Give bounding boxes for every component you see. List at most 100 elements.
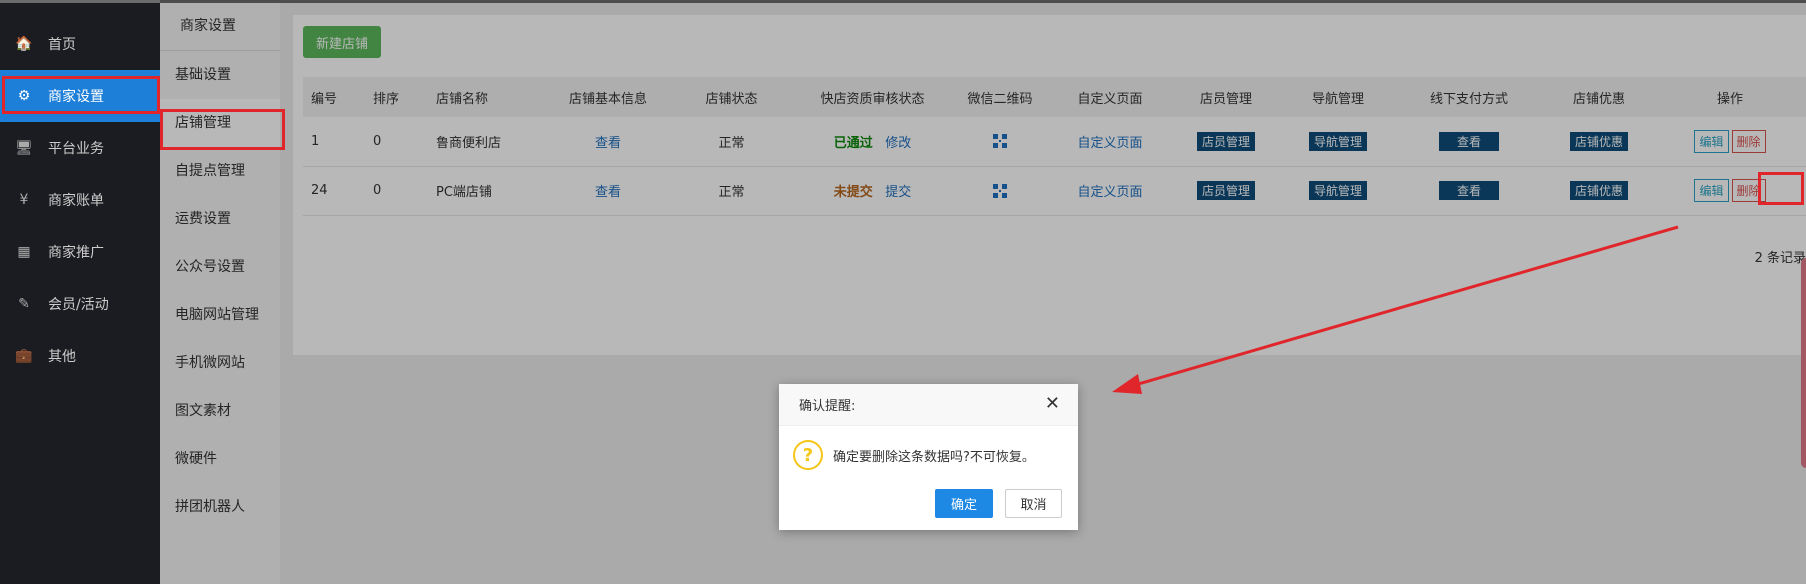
audit-status: 已通过	[833, 135, 873, 151]
main-nav: 🏠 首页 ⚙ 商家设置 🖥 平台业务 ¥ 商家账单 ▦ 商家推广 ✎ 会员/活动 💼 其他	[0, 0, 160, 584]
col-nav: 导航管理	[1311, 91, 1364, 107]
col-audit: 快店资质审核状态	[820, 91, 925, 107]
sub-item-official-account[interactable]: 公众号设置	[160, 243, 280, 291]
dialog-header: 确认提醒: ✕	[779, 384, 1078, 426]
sub-item-group-robot[interactable]: 拼团机器人	[160, 483, 280, 531]
view-info-link[interactable]: 查看	[595, 185, 621, 200]
edit-button[interactable]: 编辑	[1694, 179, 1729, 202]
confirm-button[interactable]: 确定	[935, 489, 993, 518]
cell-id: 24	[303, 166, 365, 216]
col-qrcode: 微信二维码	[967, 91, 1033, 107]
edit-button[interactable]: 编辑	[1694, 129, 1729, 153]
sub-item-store-management[interactable]: 店铺管理	[160, 99, 280, 147]
nav-manage-button[interactable]: 导航管理	[1308, 131, 1367, 151]
audit-modify-link[interactable]: 修改	[885, 136, 911, 151]
nav-item-label: 商家账单	[48, 193, 104, 209]
qrcode-icon: ▦	[17, 244, 31, 260]
cell-actions: 编辑 删除	[1654, 117, 1806, 167]
col-actions: 操作	[1716, 91, 1743, 107]
table-header-row: 编号 排序 店铺名称 店铺基本信息 店铺状态 快店资质审核状态 微信二维码 自定…	[303, 77, 1806, 117]
cell-pay: 查看	[1394, 166, 1544, 216]
dialog-title: 确认提醒:	[799, 399, 856, 414]
dialog-body: ? 确定要删除这条数据吗?不可恢复。	[779, 426, 1078, 470]
confirm-dialog: 确认提醒: ✕ ? 确定要删除这条数据吗?不可恢复。 确定 取消	[779, 384, 1078, 530]
cell-actions: 编辑 删除	[1654, 166, 1806, 216]
cell-discount: 店铺优惠	[1544, 166, 1654, 216]
cancel-button[interactable]: 取消	[1005, 489, 1062, 518]
sub-item-pc-site[interactable]: 电脑网站管理	[160, 291, 280, 339]
cell-sort: 0	[365, 117, 428, 167]
cell-staff: 店员管理	[1170, 166, 1282, 216]
home-icon: 🏠	[15, 36, 33, 52]
sub-item-hardware[interactable]: 微硬件	[160, 435, 280, 483]
sub-nav-header: 商家设置	[160, 3, 280, 51]
table-row: 24 0 PC端店铺 查看 正常 未提交 提交 自定义页面 店员管理 导航管理 …	[303, 166, 1806, 216]
cell-custom-page: 自定义页面	[1050, 166, 1170, 216]
custom-page-link[interactable]: 自定义页面	[1077, 136, 1142, 151]
cell-sort: 0	[365, 166, 428, 216]
col-custom-page: 自定义页面	[1077, 91, 1143, 107]
sub-item-shipping[interactable]: 运费设置	[160, 195, 280, 243]
briefcase-icon: 💼	[15, 348, 33, 364]
staff-button[interactable]: 店员管理	[1196, 181, 1255, 200]
nav-item-merchant-bill[interactable]: ¥ 商家账单	[0, 174, 160, 226]
question-icon: ?	[793, 440, 823, 470]
yen-icon: ¥	[19, 192, 29, 208]
sub-item-media[interactable]: 图文素材	[160, 387, 280, 435]
sub-item-basic-settings[interactable]: 基础设置	[160, 51, 280, 99]
side-tab[interactable]	[1801, 258, 1806, 468]
cell-discount: 店铺优惠	[1544, 117, 1654, 167]
cell-info: 查看	[548, 166, 668, 216]
nav-item-label: 其他	[48, 349, 76, 365]
col-staff: 店员管理	[1199, 91, 1252, 107]
discount-button[interactable]: 店铺优惠	[1569, 131, 1628, 151]
cell-audit: 已通过 修改	[795, 117, 950, 167]
cell-name: 鲁商便利店	[428, 117, 548, 167]
audit-submit-link[interactable]: 提交	[885, 185, 911, 200]
col-discount: 店铺优惠	[1572, 91, 1625, 107]
cell-id: 1	[303, 117, 365, 167]
view-info-link[interactable]: 查看	[595, 136, 621, 151]
nav-manage-button[interactable]: 导航管理	[1308, 181, 1367, 200]
pay-view-button[interactable]: 查看	[1438, 181, 1499, 200]
cell-info: 查看	[548, 117, 668, 167]
table-row: 1 0 鲁商便利店 查看 正常 已通过 修改 自定义页面 店员管理 导航管理 查…	[303, 117, 1806, 167]
nav-item-member-activity[interactable]: ✎ 会员/活动	[0, 278, 160, 330]
cell-audit: 未提交 提交	[795, 166, 950, 216]
pay-view-button[interactable]: 查看	[1438, 131, 1499, 151]
nav-item-platform-business[interactable]: 🖥 平台业务	[0, 122, 160, 174]
cell-nav: 导航管理	[1282, 117, 1394, 167]
sub-item-mobile-site[interactable]: 手机微网站	[160, 339, 280, 387]
new-store-button[interactable]: 新建店铺	[303, 26, 381, 58]
nav-item-merchant-promotion[interactable]: ▦ 商家推广	[0, 226, 160, 278]
store-card: 新建店铺 编号 排序 店铺名称 店铺基本信息 店铺状态 快店资质审核状态 微信二…	[293, 15, 1806, 355]
discount-button[interactable]: 店铺优惠	[1569, 181, 1628, 200]
qrcode-icon[interactable]	[993, 183, 1007, 198]
cell-qrcode	[950, 117, 1050, 167]
cell-status: 正常	[668, 166, 795, 216]
qrcode-icon[interactable]	[993, 134, 1007, 149]
col-pay: 线下支付方式	[1429, 91, 1508, 107]
monitor-icon: 🖥	[15, 140, 33, 156]
store-table: 编号 排序 店铺名称 店铺基本信息 店铺状态 快店资质审核状态 微信二维码 自定…	[303, 77, 1806, 216]
col-sort: 排序	[373, 91, 400, 107]
cell-name: PC端店铺	[428, 166, 548, 216]
close-icon[interactable]: ✕	[1045, 395, 1060, 413]
col-name: 店铺名称	[436, 91, 489, 107]
delete-button[interactable]: 删除	[1731, 179, 1766, 202]
delete-button[interactable]: 删除	[1731, 129, 1766, 153]
nav-item-other[interactable]: 💼 其他	[0, 330, 160, 382]
col-info: 店铺基本信息	[568, 91, 647, 107]
staff-button[interactable]: 店员管理	[1196, 131, 1255, 151]
sub-item-pickup-points[interactable]: 自提点管理	[160, 147, 280, 195]
custom-page-link[interactable]: 自定义页面	[1077, 185, 1142, 200]
nav-item-merchant-settings[interactable]: ⚙ 商家设置	[0, 70, 160, 122]
sub-nav: 商家设置 基础设置 店铺管理 自提点管理 运费设置 公众号设置 电脑网站管理 手…	[160, 0, 280, 584]
audit-status: 未提交	[833, 185, 873, 200]
nav-item-label: 平台业务	[48, 141, 104, 157]
gear-icon: ⚙	[17, 88, 31, 104]
cell-custom-page: 自定义页面	[1050, 117, 1170, 167]
nav-item-label: 商家设置	[48, 89, 104, 105]
nav-item-home[interactable]: 🏠 首页	[0, 18, 160, 70]
nav-item-label: 首页	[48, 37, 76, 53]
